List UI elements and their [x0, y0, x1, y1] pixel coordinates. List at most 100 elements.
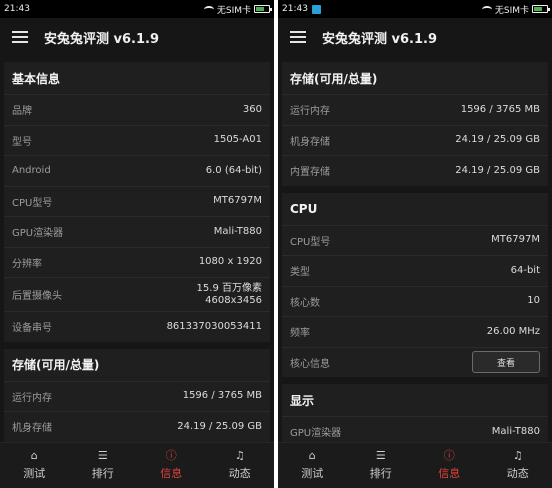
info-row: 品牌 360 [4, 94, 270, 125]
row-value: 1596 / 3765 MB [460, 103, 540, 115]
camera-resolution: 4608x3456 [205, 294, 262, 306]
nav-item-info[interactable]: ⓘ 信息 [415, 443, 484, 488]
row-value: 64-bit [510, 264, 540, 276]
bottom-nav: ⌂ 测试 ☰ 排行 ⓘ 信息 ♫ 动态 [0, 442, 274, 488]
nav-item-info[interactable]: ⓘ 信息 [137, 443, 206, 488]
nav-item-news[interactable]: ♫ 动态 [206, 443, 275, 488]
nav-item-test[interactable]: ⌂ 测试 [278, 443, 347, 488]
home-icon: ⌂ [30, 449, 38, 462]
section-title: 基本信息 [12, 71, 61, 86]
section-title: 存储(可用/总量) [290, 71, 378, 86]
row-label: 类型 [290, 267, 310, 279]
basic-info-card: 基本信息 品牌 360 型号 1505-A01 Android 6.0 (64-bit… [4, 62, 270, 342]
info-row: 核心数 10 [282, 285, 548, 317]
app-bar: 安兔兔评测 v6.1.9 [278, 18, 552, 56]
nav-item-ranking[interactable]: ☰ 排行 [347, 443, 416, 488]
row-value: 24.19 / 25.09 GB [455, 134, 540, 146]
carrier-text: 无SIM卡 [216, 5, 251, 16]
storage-card: 存储(可用/总量) 运行内存 1596 / 3765 MB 机身存储 24.19 /… [4, 348, 270, 442]
row-label: 运行内存 [290, 106, 330, 118]
list-icon: ☰ [375, 449, 386, 462]
row-value: 6.0 (64-bit) [205, 164, 262, 176]
info-row: GPU渲染器 Mali-T880 [282, 416, 548, 442]
screenshot-stage: 21:43 无SIM卡 安兔兔评测 v6.1.9 基本信息 品牌 360 型号 15… [0, 0, 552, 488]
storage-card: 存储(可用/总量) 运行内存 1596 / 3765 MB 机身存储 24.19 /… [282, 62, 548, 186]
row-value: 24.19 / 25.09 GB [177, 420, 262, 432]
camera-megapixels: 15.9 百万像素 [196, 282, 262, 294]
left-phone-screen: 21:43 无SIM卡 安兔兔评测 v6.1.9 基本信息 品牌 360 型号 15… [0, 0, 274, 488]
info-row: 分辨率 1080 x 1920 [4, 246, 270, 278]
info-row: 运行内存 1596 / 3765 MB [4, 380, 270, 412]
row-label: 核心数 [290, 297, 320, 309]
row-value: 360 [242, 103, 262, 115]
info-row: GPU渲染器 Mali-T880 [4, 216, 270, 247]
menu-icon[interactable] [290, 31, 306, 43]
status-time: 21:43 [4, 4, 30, 14]
right-phone-screen: 21:43 无SIM卡 安兔兔评测 v6.1.9 存储(可用/总量) 运行内存 1… [278, 0, 552, 488]
row-value: 15.9 百万像素 4608x3456 [197, 283, 262, 307]
info-row: 内置存储 24.19 / 25.09 GB [282, 155, 548, 186]
info-row: 机身存储 24.19 / 25.09 GB [4, 411, 270, 442]
row-label: 型号 [12, 136, 32, 148]
row-label: 分辨率 [12, 258, 42, 270]
row-label: GPU渲染器 [12, 228, 64, 240]
info-row: 频率 26.00 MHz [282, 316, 548, 347]
row-value: 1080 x 1920 [198, 256, 262, 268]
row-value: Mali-T880 [213, 225, 262, 237]
nav-item-ranking[interactable]: ☰ 排行 [69, 443, 138, 488]
row-value: 26.00 MHz [486, 325, 540, 337]
row-label: 核心信息 [290, 358, 330, 370]
section-title: 显示 [290, 393, 315, 408]
row-value: Mali-T880 [491, 425, 540, 437]
row-label: 运行内存 [12, 392, 52, 404]
row-value: MT6797M [213, 195, 262, 207]
notification-icon [311, 4, 321, 14]
info-row: 运行内存 1596 / 3765 MB [282, 94, 548, 125]
battery-icon [532, 5, 550, 13]
bell-icon: ♫ [512, 449, 523, 462]
carrier-text: 无SIM卡 [494, 5, 529, 16]
section-title: CPU [290, 201, 318, 216]
info-row: 设备串号 861337030053411 [4, 311, 270, 342]
status-time: 21:43 [282, 4, 308, 14]
info-icon: ⓘ [443, 449, 455, 462]
bottom-nav: ⌂ 测试 ☰ 排行 ⓘ 信息 ♫ 动态 [278, 442, 552, 488]
row-label: 机身存储 [290, 136, 330, 148]
display-card: 显示 GPU渲染器 Mali-T880 [282, 384, 548, 442]
wifi-icon [481, 5, 492, 13]
app-bar: 安兔兔评测 v6.1.9 [0, 18, 274, 56]
row-label: 后置摄像头 [12, 291, 62, 302]
nav-item-news[interactable]: ♫ 动态 [484, 443, 552, 488]
app-title: 安兔兔评测 v6.1.9 [44, 31, 160, 47]
info-row: Android 6.0 (64-bit) [4, 155, 270, 186]
wifi-icon [203, 5, 214, 13]
row-value: 24.19 / 25.09 GB [455, 164, 540, 176]
info-content[interactable]: 基本信息 品牌 360 型号 1505-A01 Android 6.0 (64-bit… [0, 56, 274, 442]
row-label: 机身存储 [12, 423, 52, 435]
nav-item-test[interactable]: ⌂ 测试 [0, 443, 69, 488]
row-value: 1505-A01 [213, 134, 262, 146]
info-row: 核心信息 查看 [282, 346, 548, 378]
view-core-info-button[interactable]: 查看 [472, 351, 540, 374]
nav-label: 测试 [23, 467, 46, 480]
bell-icon: ♫ [234, 449, 245, 462]
info-row: CPU型号 MT6797M [4, 185, 270, 217]
app-title: 安兔兔评测 v6.1.9 [322, 31, 438, 47]
row-value: MT6797M [491, 234, 540, 246]
cpu-card: CPU CPU型号 MT6797M 类型 64-bit 核心数 10 频率 26.00 … [282, 192, 548, 378]
nav-label: 排行 [91, 467, 114, 480]
info-row: 型号 1505-A01 [4, 124, 270, 156]
section-title: 存储(可用/总量) [12, 358, 100, 372]
battery-icon [254, 5, 272, 13]
row-value: 861337030053411 [166, 320, 262, 332]
menu-icon[interactable] [12, 31, 28, 43]
nav-label: 动态 [228, 467, 251, 480]
nav-label: 信息 [438, 467, 461, 480]
info-row: CPU型号 MT6797M [282, 224, 548, 256]
info-row: 机身存储 24.19 / 25.09 GB [282, 124, 548, 156]
row-value: 1596 / 3765 MB [182, 390, 262, 402]
info-content[interactable]: 存储(可用/总量) 运行内存 1596 / 3765 MB 机身存储 24.19 /… [278, 56, 552, 442]
row-label: 设备串号 [12, 323, 52, 335]
row-label: CPU型号 [290, 236, 331, 248]
list-icon: ☰ [97, 449, 108, 462]
